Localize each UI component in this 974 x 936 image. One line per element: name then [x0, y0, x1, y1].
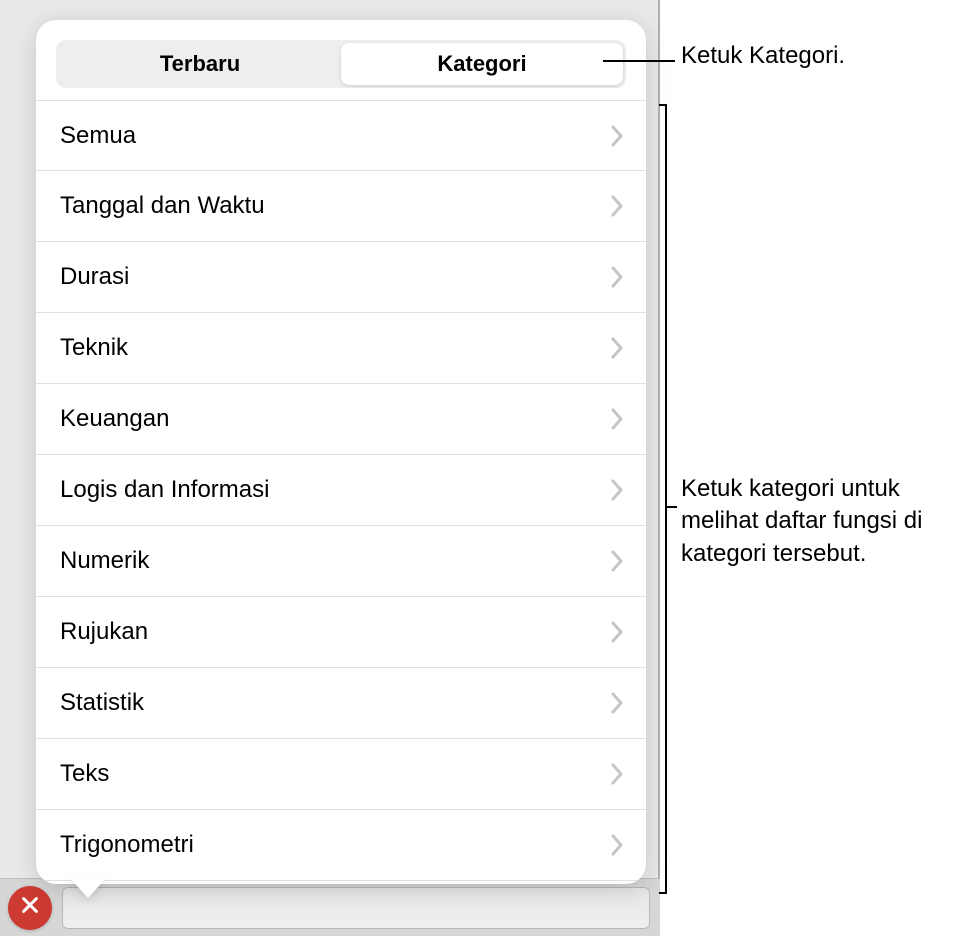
chevron-right-icon: [610, 195, 624, 217]
chevron-right-icon: [610, 692, 624, 714]
tab-kategori[interactable]: Kategori: [341, 43, 623, 85]
category-label: Teknik: [60, 334, 128, 362]
chevron-right-icon: [610, 337, 624, 359]
callout-bracket: [659, 104, 667, 894]
tab-label: Terbaru: [160, 51, 240, 77]
category-label: Logis dan Informasi: [60, 476, 269, 504]
chevron-right-icon: [610, 266, 624, 288]
category-item-keuangan[interactable]: Keuangan: [36, 384, 646, 455]
category-item-tanggal[interactable]: Tanggal dan Waktu: [36, 171, 646, 242]
category-item-teks[interactable]: Teks: [36, 739, 646, 810]
category-label: Rujukan: [60, 618, 148, 646]
close-button[interactable]: [8, 886, 52, 930]
chevron-right-icon: [610, 550, 624, 572]
tab-label: Kategori: [437, 51, 526, 77]
chevron-right-icon: [610, 834, 624, 856]
callout-tab: Ketuk Kategori.: [681, 40, 845, 71]
segmented-control-container: Terbaru Kategori: [36, 20, 646, 100]
category-label: Numerik: [60, 547, 149, 575]
close-icon: [19, 894, 41, 921]
popover-tail: [68, 876, 108, 898]
function-browser-popover: Terbaru Kategori Semua Tanggal dan Waktu: [36, 20, 646, 884]
category-item-teknik[interactable]: Teknik: [36, 313, 646, 384]
category-label: Tanggal dan Waktu: [60, 192, 265, 220]
category-item-trigonometri[interactable]: Trigonometri: [36, 810, 646, 881]
category-item-logis[interactable]: Logis dan Informasi: [36, 455, 646, 526]
chevron-right-icon: [610, 408, 624, 430]
category-label: Semua: [60, 122, 136, 150]
category-label: Keuangan: [60, 405, 169, 433]
callout-leader-line: [667, 506, 677, 508]
callout-list: Ketuk kategori untuk melihat daftar fung…: [681, 473, 971, 570]
category-label: Trigonometri: [60, 831, 194, 859]
category-list: Semua Tanggal dan Waktu Durasi Teknik Ke…: [36, 100, 646, 881]
category-item-statistik[interactable]: Statistik: [36, 668, 646, 739]
chevron-right-icon: [610, 125, 624, 147]
chevron-right-icon: [610, 763, 624, 785]
tab-terbaru[interactable]: Terbaru: [59, 43, 341, 85]
category-item-rujukan[interactable]: Rujukan: [36, 597, 646, 668]
formula-input[interactable]: [62, 887, 650, 929]
category-label: Teks: [60, 760, 109, 788]
chevron-right-icon: [610, 621, 624, 643]
popover-background: Terbaru Kategori Semua Tanggal dan Waktu: [0, 0, 660, 936]
category-label: Statistik: [60, 689, 144, 717]
category-item-semua[interactable]: Semua: [36, 100, 646, 171]
category-item-numerik[interactable]: Numerik: [36, 526, 646, 597]
chevron-right-icon: [610, 479, 624, 501]
callout-leader-line: [603, 60, 675, 62]
category-label: Durasi: [60, 263, 129, 291]
category-item-durasi[interactable]: Durasi: [36, 242, 646, 313]
segmented-control: Terbaru Kategori: [56, 40, 626, 88]
